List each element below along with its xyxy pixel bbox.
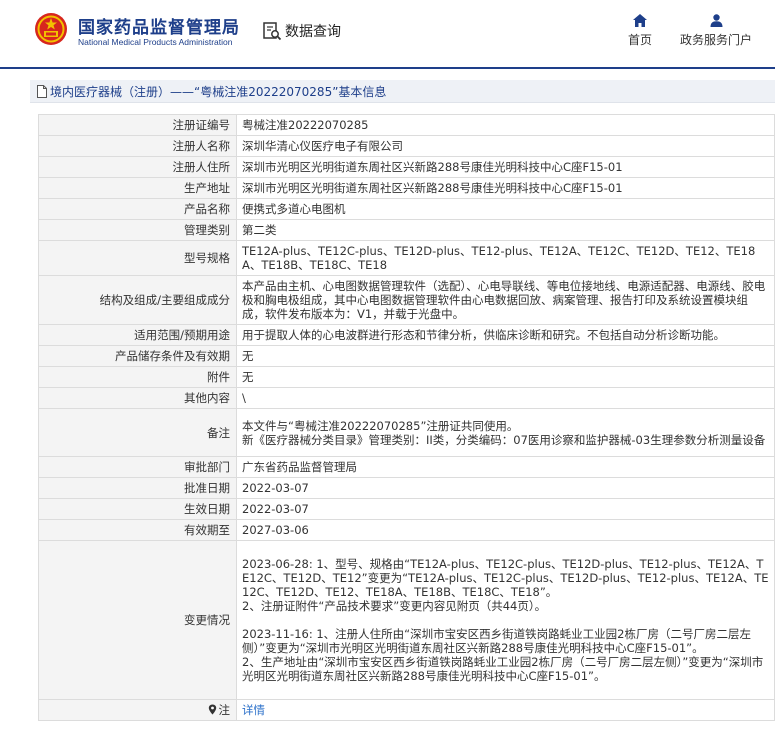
field-value: 用于提取人体的心电波群进行形态和节律分析，供临床诊断和研究。不包括自动分析诊断功… bbox=[236, 324, 775, 346]
document-icon bbox=[37, 84, 47, 98]
field-label: 注册人名称 bbox=[38, 135, 237, 157]
table-row: 注册证编号 粤械注准20222070285 bbox=[38, 114, 775, 136]
field-value: 深圳市光明区光明街道东周社区兴新路288号康佳光明科技中心C座F15-01 bbox=[236, 177, 775, 199]
table-row: 生效日期 2022-03-07 bbox=[38, 498, 775, 520]
field-value: TE12A-plus、TE12C-plus、TE12D-plus、TE12-pl… bbox=[236, 240, 775, 276]
site-header: 国家药品监督管理局 National Medical Products Admi… bbox=[0, 0, 775, 67]
field-label: 其他内容 bbox=[38, 387, 237, 409]
field-label: 变更情况 bbox=[38, 540, 237, 700]
user-icon bbox=[710, 14, 722, 27]
location-pin-icon bbox=[208, 704, 216, 715]
table-row: 注册人住所 深圳市光明区光明街道东周社区兴新路288号康佳光明科技中心C座F15-… bbox=[38, 156, 775, 178]
note-value-cell: 详情 bbox=[236, 699, 775, 721]
field-value: 2022-03-07 bbox=[236, 498, 775, 520]
value-line: 2、生产地址由“深圳市宝安区西乡街道铁岗路蚝业工业园2栋厂房（二号厂房二层左侧）… bbox=[242, 655, 764, 683]
field-label: 注册人住所 bbox=[38, 156, 237, 178]
details-link[interactable]: 详情 bbox=[242, 703, 265, 717]
table-row: 结构及组成/主要组成成分 本产品由主机、心电图数据管理软件（选配）、心电导联线、等… bbox=[38, 275, 775, 325]
table-row: 产品储存条件及有效期无 bbox=[38, 345, 775, 367]
field-label: 型号规格 bbox=[38, 240, 237, 276]
brand-subtitle: National Medical Products Administration bbox=[78, 37, 233, 47]
field-value: 2022-03-07 bbox=[236, 477, 775, 499]
breadcrumb: 境内医疗器械（注册）——“粤械注准20222070285”基本信息 bbox=[30, 80, 775, 103]
field-label: 备注 bbox=[38, 408, 237, 457]
field-value: 无 bbox=[236, 345, 775, 367]
field-label: 适用范围/预期用途 bbox=[38, 324, 237, 346]
field-label: 生效日期 bbox=[38, 498, 237, 520]
field-value: 本文件与“粤械注准20222070285”注册证共同使用。 新《医疗器械分类目录》… bbox=[236, 408, 775, 457]
field-value: 广东省药品监督管理局 bbox=[236, 456, 775, 478]
table-row: 审批部门 广东省药品监督管理局 bbox=[38, 456, 775, 478]
field-label: 审批部门 bbox=[38, 456, 237, 478]
field-label: 有效期至 bbox=[38, 519, 237, 541]
field-value: 深圳华清心仪医疗电子有限公司 bbox=[236, 135, 775, 157]
search-document-icon bbox=[263, 22, 282, 41]
value-line: 本文件与“粤械注准20222070285”注册证共同使用。 bbox=[242, 418, 519, 433]
nav-home[interactable]: 首页 bbox=[624, 14, 656, 48]
field-label: 批准日期 bbox=[38, 477, 237, 499]
field-value: 深圳市光明区光明街道东周社区兴新路288号康佳光明科技中心C座F15-01 bbox=[236, 156, 775, 178]
field-label: 结构及组成/主要组成成分 bbox=[38, 275, 237, 325]
field-label: 产品储存条件及有效期 bbox=[38, 345, 237, 367]
data-query-link[interactable]: 数据查询 bbox=[262, 20, 341, 42]
value-line: 新《医疗器械分类目录》管理类别：II类，分类编码：07医用诊察和监护器械-03生… bbox=[242, 432, 766, 447]
value-line bbox=[242, 613, 769, 627]
field-value: 无 bbox=[236, 366, 775, 388]
table-row: 适用范围/预期用途 用于提取人体的心电波群进行形态和节律分析，供临床诊断和研究。不… bbox=[38, 324, 775, 346]
field-value: \ bbox=[236, 387, 775, 409]
field-value: 本产品由主机、心电图数据管理软件（选配）、心电导联线、等电位接地线、电源适配器、… bbox=[236, 275, 775, 325]
field-label: 附件 bbox=[38, 366, 237, 388]
field-value: 第二类 bbox=[236, 219, 775, 241]
table-row: 其他内容 \ bbox=[38, 387, 775, 409]
table-row: 产品名称 便携式多道心电图机 bbox=[38, 198, 775, 220]
field-label: 产品名称 bbox=[38, 198, 237, 220]
table-row-note: 注详情 bbox=[38, 699, 775, 721]
field-value: 2027-03-06 bbox=[236, 519, 775, 541]
registration-info-table: 注册证编号 粤械注准20222070285 注册人名称 深圳华清心仪医疗电子有限公司注… bbox=[38, 114, 775, 721]
field-label: 管理类别 bbox=[38, 219, 237, 241]
brand-title[interactable]: 国家药品监督管理局 bbox=[78, 13, 240, 38]
field-value: 2023-06-28: 1、型号、规格由“TE12A-plus、TE12C-pl… bbox=[236, 540, 775, 700]
breadcrumb-text: 境内医疗器械（注册）——“粤械注准20222070285”基本信息 bbox=[50, 84, 387, 99]
nav-home-label: 首页 bbox=[627, 33, 652, 47]
field-label: 生产地址 bbox=[38, 177, 237, 199]
nav-portal-label: 政务服务门户 bbox=[679, 33, 752, 47]
value-line: 2023-06-28: 1、型号、规格由“TE12A-plus、TE12C-pl… bbox=[242, 557, 769, 599]
note-label: 注 bbox=[218, 703, 231, 717]
note-label-cell: 注 bbox=[38, 699, 237, 721]
table-row: 注册人名称 深圳华清心仪医疗电子有限公司 bbox=[38, 135, 775, 157]
value-line: 2、注册证附件“产品技术要求”变更内容见附页（共44页）。 bbox=[242, 599, 547, 613]
table-row: 型号规格 TE12A-plus、TE12C-plus、TE12D-plus、TE1… bbox=[38, 240, 775, 276]
table-row: 管理类别 第二类 bbox=[38, 219, 775, 241]
header-divider bbox=[0, 67, 775, 69]
field-value: 粤械注准20222070285 bbox=[236, 114, 775, 136]
value-line: 2023-11-16: 1、注册人住所由“深圳市宝安区西乡街道铁岗路蚝业工业园2… bbox=[242, 627, 751, 655]
field-value: 便携式多道心电图机 bbox=[236, 198, 775, 220]
table-row: 生产地址 深圳市光明区光明街道东周社区兴新路288号康佳光明科技中心C座F15-0… bbox=[38, 177, 775, 199]
table-row: 备注 本文件与“粤械注准20222070285”注册证共同使用。 新《医疗器械分类目… bbox=[38, 408, 775, 457]
national-emblem-icon bbox=[35, 13, 67, 45]
home-icon bbox=[633, 14, 647, 27]
data-query-label: 数据查询 bbox=[285, 24, 341, 40]
table-row: 附件无 bbox=[38, 366, 775, 388]
nav-service-portal[interactable]: 政务服务门户 bbox=[678, 14, 754, 48]
table-row: 批准日期 2022-03-07 bbox=[38, 477, 775, 499]
table-row: 变更情况 2023-06-28: 1、型号、规格由“TE12A-plus、TE12… bbox=[38, 540, 775, 700]
table-row: 有效期至 2027-03-06 bbox=[38, 519, 775, 541]
field-label: 注册证编号 bbox=[38, 114, 237, 136]
